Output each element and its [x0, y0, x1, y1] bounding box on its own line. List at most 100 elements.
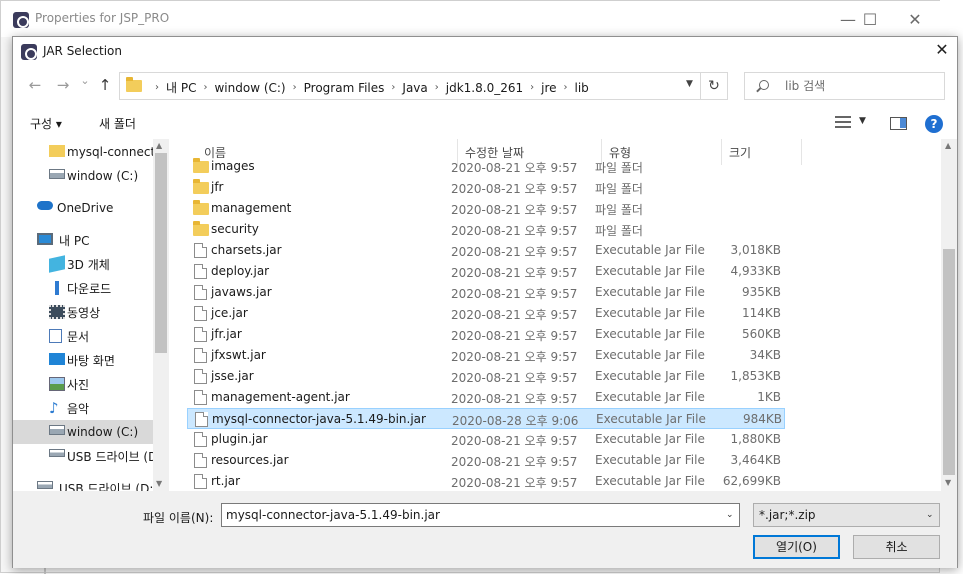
sidebar-item-label: USB 드라이브 (D	[67, 449, 158, 464]
file-size: 1KB	[757, 390, 781, 404]
refresh-button[interactable]: ↻	[701, 72, 728, 100]
file-icon	[194, 390, 207, 405]
sidebar-item[interactable]: OneDrive	[13, 196, 153, 220]
file-size: 62,699KB	[722, 474, 781, 488]
table-row[interactable]: jsse.jar 2020-08-21 오후 9:57 Executable Jar…	[187, 366, 785, 387]
preview-pane-icon[interactable]	[890, 117, 907, 130]
address-bar[interactable]: › 내 PC › window (C:) › Program Files › Java › jdk…	[119, 72, 701, 100]
chevron-down-icon[interactable]: ⌄	[926, 510, 934, 520]
sidebar-item[interactable]: window (C:)	[13, 420, 153, 444]
close-icon[interactable]: ✕	[893, 7, 937, 33]
scroll-down-arrow-icon[interactable]: ▼	[156, 479, 162, 488]
table-row[interactable]: mysql-connector-java-5.1.49-bin.jar 2020-…	[187, 408, 785, 429]
table-row[interactable]: javaws.jar 2020-08-21 오후 9:57 Executable J…	[187, 282, 785, 303]
sidebar-item[interactable]: 사진	[13, 372, 153, 396]
table-row[interactable]: images 2020-08-21 오후 9:57 파일 폴더	[187, 156, 785, 177]
table-row[interactable]: rt.jar 2020-08-21 오후 9:57 Executable Jar F…	[187, 471, 785, 491]
maximize-icon[interactable]: ☐	[848, 7, 892, 33]
file-list: ^ 이름 수정한 날짜 유형 크기 images 2020-08-21 오후 9:…	[169, 139, 941, 491]
table-row[interactable]: plugin.jar 2020-08-21 오후 9:57 Executable J…	[187, 429, 785, 450]
forward-arrow-icon[interactable]: →	[53, 75, 73, 95]
breadcrumb-item[interactable]: jre	[541, 81, 556, 95]
file-name: security	[211, 222, 259, 236]
file-modified-date: 2020-08-21 오후 9:57	[451, 350, 578, 364]
breadcrumb-item[interactable]: jdk1.8.0_261	[446, 81, 523, 95]
sidebar-item[interactable]: window (C:)	[13, 164, 153, 188]
close-icon[interactable]: ✕	[929, 39, 955, 61]
file-type: 파일 폴더	[595, 182, 643, 196]
scroll-down-arrow-icon[interactable]: ▼	[945, 478, 951, 487]
breadcrumb-separator-icon[interactable]: ›	[530, 82, 534, 93]
breadcrumb-item[interactable]: 내 PC	[166, 79, 196, 96]
sidebar-item[interactable]: ♪ 음악	[13, 396, 153, 420]
table-row[interactable]: management-agent.jar 2020-08-21 오후 9:57 Ex…	[187, 387, 785, 408]
file-name: resources.jar	[211, 453, 289, 467]
chevron-down-icon[interactable]: ▼	[859, 116, 866, 126]
filename-field[interactable]: mysql-connector-java-5.1.49-bin.jar ⌄	[221, 503, 740, 527]
table-row[interactable]: security 2020-08-21 오후 9:57 파일 폴더	[187, 219, 785, 240]
file-icon	[194, 369, 207, 384]
file-type: Executable Jar File	[595, 369, 705, 383]
table-row[interactable]: deploy.jar 2020-08-21 오후 9:57 Executable J…	[187, 261, 785, 282]
filename-value[interactable]: mysql-connector-java-5.1.49-bin.jar	[226, 508, 440, 522]
sidebar-item[interactable]: mysql-connecto	[13, 140, 163, 164]
breadcrumb-separator-icon[interactable]: ›	[435, 82, 439, 93]
breadcrumb-separator-icon[interactable]: ›	[293, 82, 297, 93]
file-type: Executable Jar File	[595, 390, 705, 404]
breadcrumb-separator-icon[interactable]: ›	[155, 82, 159, 93]
sidebar-item-label: 음악	[67, 401, 90, 416]
file-name: plugin.jar	[211, 432, 268, 446]
sidebar-item[interactable]: USB 드라이브 (D	[13, 444, 157, 468]
table-row[interactable]: jce.jar 2020-08-21 오후 9:57 Executable Jar …	[187, 303, 785, 324]
scroll-up-arrow-icon[interactable]: ▲	[945, 141, 951, 150]
file-type: Executable Jar File	[595, 327, 705, 341]
breadcrumb-separator-icon[interactable]: ›	[203, 82, 207, 93]
sidebar-item[interactable]: 내 PC	[13, 228, 153, 252]
search-input[interactable]	[785, 78, 935, 94]
file-modified-date: 2020-08-21 오후 9:57	[451, 371, 578, 385]
search-box[interactable]	[744, 72, 945, 100]
file-name: mysql-connector-java-5.1.49-bin.jar	[212, 412, 426, 426]
file-type-filter-select[interactable]: *.jar;*.zip ⌄	[753, 503, 940, 527]
file-icon	[194, 243, 207, 258]
sidebar-item[interactable]: 3D 개체	[13, 252, 153, 276]
breadcrumb-item[interactable]: Program Files	[304, 81, 385, 95]
background-titlebar: Properties for JSP_PRO — ☐ ✕	[1, 1, 941, 37]
navigation-scrollbar-thumb[interactable]	[155, 153, 167, 353]
sidebar-item[interactable]: 동영상	[13, 300, 153, 324]
table-row[interactable]: jfr 2020-08-21 오후 9:57 파일 폴더	[187, 177, 785, 198]
open-button[interactable]: 열기(O)	[753, 535, 840, 559]
chevron-down-icon[interactable]: ⌄	[726, 510, 734, 520]
cancel-button[interactable]: 취소	[853, 535, 940, 559]
file-name: rt.jar	[211, 474, 241, 488]
up-arrow-icon[interactable]: ↑	[95, 75, 115, 95]
view-options-icon[interactable]	[835, 116, 851, 128]
file-icon	[194, 348, 207, 363]
sidebar-item-label: 동영상	[67, 305, 101, 320]
back-arrow-icon[interactable]: ←	[25, 75, 45, 95]
chevron-down-icon[interactable]: ▼	[686, 79, 693, 89]
breadcrumb-item[interactable]: window (C:)	[214, 81, 285, 95]
help-icon[interactable]: ?	[925, 115, 943, 133]
scroll-up-arrow-icon[interactable]: ▲	[156, 141, 162, 150]
breadcrumb-item[interactable]: Java	[402, 81, 427, 95]
sidebar-item[interactable]: USB 드라이브 (D:	[13, 476, 153, 491]
sidebar-item[interactable]: 다운로드	[13, 276, 153, 300]
breadcrumb-separator-icon[interactable]: ›	[391, 82, 395, 93]
sidebar-item[interactable]: 문서	[13, 324, 153, 348]
table-row[interactable]: charsets.jar 2020-08-21 오후 9:57 Executable…	[187, 240, 785, 261]
organize-menu-button[interactable]: 구성 ▾	[30, 115, 62, 132]
file-name: management	[211, 201, 292, 215]
sidebar-item[interactable]: 바탕 화면	[13, 348, 153, 372]
table-row[interactable]: jfr.jar 2020-08-21 오후 9:57 Executable Jar …	[187, 324, 785, 345]
file-name: images	[211, 159, 255, 173]
recent-locations-chevron-icon[interactable]: ⌄	[75, 71, 95, 91]
table-row[interactable]: jfxswt.jar 2020-08-21 오후 9:57 Executable J…	[187, 345, 785, 366]
breadcrumb-separator-icon[interactable]: ›	[564, 82, 568, 93]
breadcrumb-item[interactable]: lib	[575, 81, 589, 95]
new-folder-button[interactable]: 새 폴더	[99, 115, 136, 132]
table-row[interactable]: resources.jar 2020-08-21 오후 9:57 Executabl…	[187, 450, 785, 471]
file-list-scrollbar-thumb[interactable]	[943, 249, 955, 475]
file-type: Executable Jar File	[595, 432, 705, 446]
table-row[interactable]: management 2020-08-21 오후 9:57 파일 폴더	[187, 198, 785, 219]
